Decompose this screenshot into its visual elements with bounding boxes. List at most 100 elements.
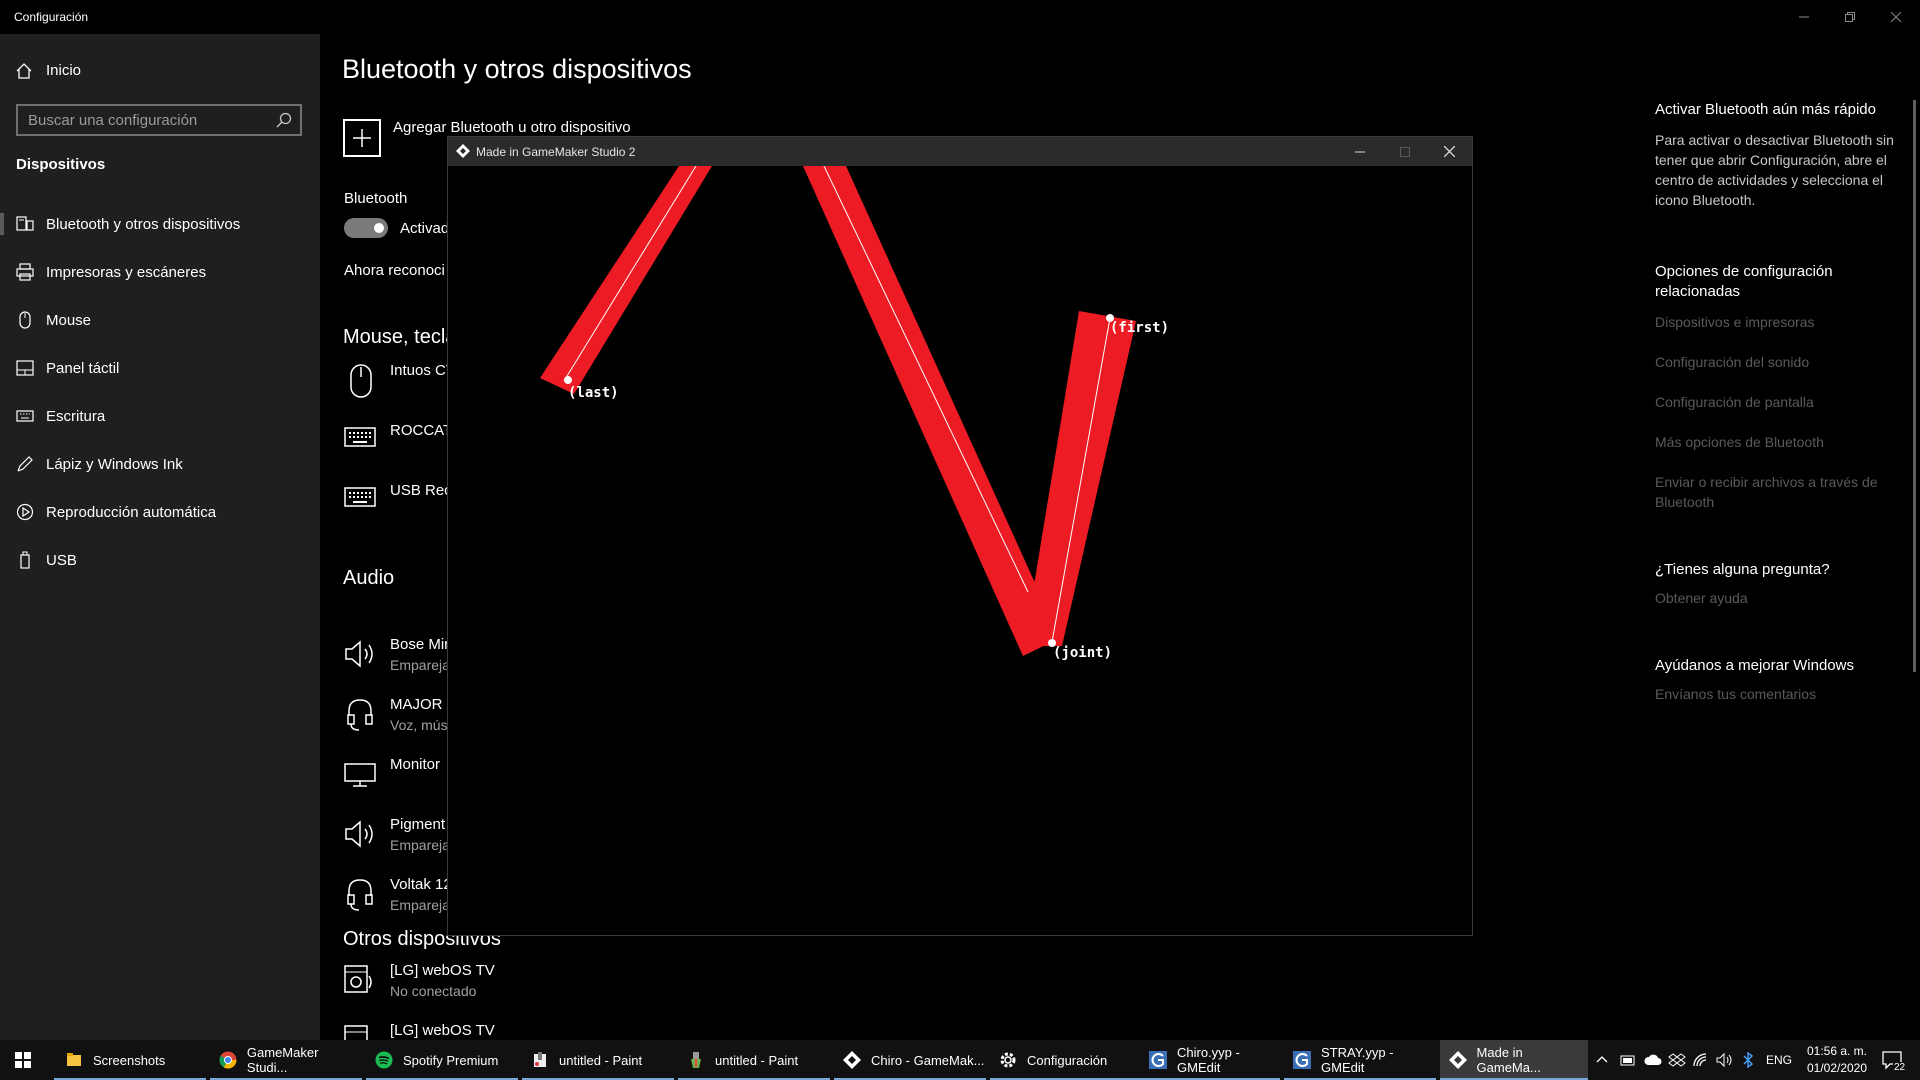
restore-icon <box>1845 12 1855 22</box>
taskbar-item[interactable]: Configuración <box>990 1040 1142 1080</box>
gm-maximize-button[interactable] <box>1382 137 1427 166</box>
sidebar-item-touchpad[interactable]: Panel táctil <box>0 344 320 392</box>
paint-icon <box>686 1050 706 1070</box>
spotify-icon <box>374 1050 394 1070</box>
sidebar-home[interactable]: Inicio <box>16 62 81 79</box>
related-title: Opciones de configuración relacionadas <box>1655 263 1833 300</box>
related-link[interactable]: Más opciones de Bluetooth <box>1655 432 1895 452</box>
gamemaker-icon <box>1448 1050 1468 1070</box>
related-link[interactable]: Configuración de pantalla <box>1655 392 1895 412</box>
gamemaker-titlebar[interactable]: Made in GameMaker Studio 2 <box>448 137 1472 166</box>
bluetooth-toggle[interactable] <box>344 218 388 238</box>
device-status: Empareja <box>390 837 450 853</box>
related-link[interactable]: Configuración del sonido <box>1655 352 1895 372</box>
headset-icon <box>347 879 373 911</box>
taskbar-item[interactable]: untitled - Paint <box>678 1040 830 1080</box>
search-box[interactable] <box>16 104 302 136</box>
get-help-link[interactable]: Obtener ayuda <box>1655 588 1895 608</box>
restore-button[interactable] <box>1827 0 1873 34</box>
device-name[interactable]: [LG] webOS TV <box>390 962 495 979</box>
mouse-icon <box>16 311 34 329</box>
dropbox-icon[interactable] <box>1668 1052 1686 1068</box>
sidebar-item-bluetooth[interactable]: Bluetooth y otros dispositivos <box>0 200 320 248</box>
search-icon[interactable] <box>276 112 292 128</box>
taskbar-item[interactable]: Screenshots <box>54 1040 206 1080</box>
sidebar-item-printers[interactable]: Impresoras y escáneres <box>0 248 320 296</box>
taskbar-item-label: GameMaker Studi... <box>246 1045 319 1075</box>
sidebar-item-label: USB <box>46 551 77 569</box>
device-name[interactable]: [LG] webOS TV <box>390 1022 495 1039</box>
start-button[interactable] <box>0 1040 46 1080</box>
gamemaker-window-title: Made in GameMaker Studio 2 <box>476 145 636 159</box>
sidebar-item-label: Impresoras y escáneres <box>46 263 207 281</box>
bluetooth-icon[interactable] <box>1742 1052 1754 1068</box>
taskbar-item[interactable]: STRAY.yyp - GMEdit <box>1284 1040 1436 1080</box>
media-device-icon <box>344 965 372 993</box>
chevron-up-icon[interactable] <box>1596 1054 1608 1066</box>
close-button[interactable] <box>1873 0 1919 34</box>
network-icon[interactable] <box>1692 1052 1710 1068</box>
device-name[interactable]: Monitor <box>390 756 440 773</box>
audio-section-title: Audio <box>343 567 395 589</box>
device-name[interactable]: Pigment <box>390 816 445 833</box>
tip-title: Activar Bluetooth aún más rápido <box>1655 101 1876 118</box>
sidebar-item-pen[interactable]: Lápiz y Windows Ink <box>0 440 320 488</box>
speaker-icon <box>345 820 373 848</box>
add-device-button[interactable] <box>343 119 381 157</box>
sidebar-item-usb[interactable]: USB <box>0 536 320 584</box>
taskbar-item[interactable]: Made in GameMa... <box>1440 1040 1588 1080</box>
sidebar: Inicio Dispositivos Bluetooth y otros di… <box>0 34 320 1040</box>
taskbar: Screenshots GameMaker Studi... Spotify P… <box>0 1040 1920 1080</box>
autoplay-icon <box>16 503 34 521</box>
taskbar-item[interactable]: Chiro - GameMak... <box>834 1040 986 1080</box>
sidebar-item-mouse[interactable]: Mouse <box>0 296 320 344</box>
battery-icon[interactable] <box>1620 1052 1636 1068</box>
search-input[interactable] <box>18 110 270 130</box>
related-link[interactable]: Enviar o recibir archivos a través de Bl… <box>1655 472 1895 512</box>
question-title: ¿Tienes alguna pregunta? <box>1655 561 1830 578</box>
taskbar-item-label: untitled - Paint <box>715 1052 799 1068</box>
close-icon <box>1891 12 1901 22</box>
game-canvas[interactable]: (first) (joint) (last) <box>448 166 1472 935</box>
bone-line-left <box>563 166 697 382</box>
taskbar-item[interactable]: untitled - Paint <box>522 1040 674 1080</box>
device-name[interactable]: Intuos CT <box>390 362 455 379</box>
clock-time[interactable]: 01:56 a. m. <box>1804 1044 1870 1058</box>
clock-date[interactable]: 01/02/2020 <box>1804 1061 1870 1075</box>
paint-icon <box>530 1050 550 1070</box>
feedback-link[interactable]: Envíanos tus comentarios <box>1655 684 1895 704</box>
device-name[interactable]: Bose Min <box>390 636 453 653</box>
related-link[interactable]: Dispositivos e impresoras <box>1655 312 1895 332</box>
bone-line-middle <box>823 166 1029 593</box>
gm-minimize-button[interactable] <box>1337 137 1382 166</box>
taskbar-item[interactable]: GameMaker Studi... <box>210 1040 362 1080</box>
sidebar-section-title: Dispositivos <box>16 156 106 173</box>
language-indicator[interactable]: ENG <box>1766 1053 1792 1067</box>
sidebar-item-typing[interactable]: Escritura <box>0 392 320 440</box>
device-name[interactable]: Voltak 12 <box>390 876 452 893</box>
add-device-label[interactable]: Agregar Bluetooth u otro dispositivo <box>393 119 631 136</box>
volume-icon[interactable] <box>1716 1052 1734 1068</box>
scrollbar[interactable] <box>1913 100 1916 672</box>
taskbar-item[interactable]: Spotify Premium <box>366 1040 518 1080</box>
taskbar-item[interactable]: Chiro.yyp - GMEdit <box>1140 1040 1280 1080</box>
first-label: (first) <box>1110 320 1169 336</box>
close-icon <box>1444 146 1455 157</box>
notification-count: 22 <box>1893 1062 1907 1073</box>
sidebar-item-label: Reproducción automática <box>46 503 217 521</box>
cloud-icon[interactable] <box>1644 1052 1662 1068</box>
minimize-icon <box>1799 16 1809 18</box>
gm-close-button[interactable] <box>1427 137 1472 166</box>
keyboard-icon <box>344 427 376 447</box>
device-name[interactable]: MAJOR I <box>390 696 451 713</box>
gamemaker-window: Made in GameMaker Studio 2 (first) (join… <box>447 136 1473 936</box>
limb-segment-middle <box>803 166 1060 656</box>
gamemaker-icon <box>456 144 470 158</box>
taskbar-item-label: Chiro - GameMak... <box>871 1052 985 1068</box>
minimize-button[interactable] <box>1781 0 1827 34</box>
device-status: Empareja <box>390 657 450 673</box>
device-name[interactable]: ROCCAT <box>390 422 452 439</box>
mouse-section-title: Mouse, tecla <box>343 326 457 348</box>
taskbar-item-label: untitled - Paint <box>559 1052 643 1068</box>
sidebar-item-autoplay[interactable]: Reproducción automática <box>0 488 320 536</box>
